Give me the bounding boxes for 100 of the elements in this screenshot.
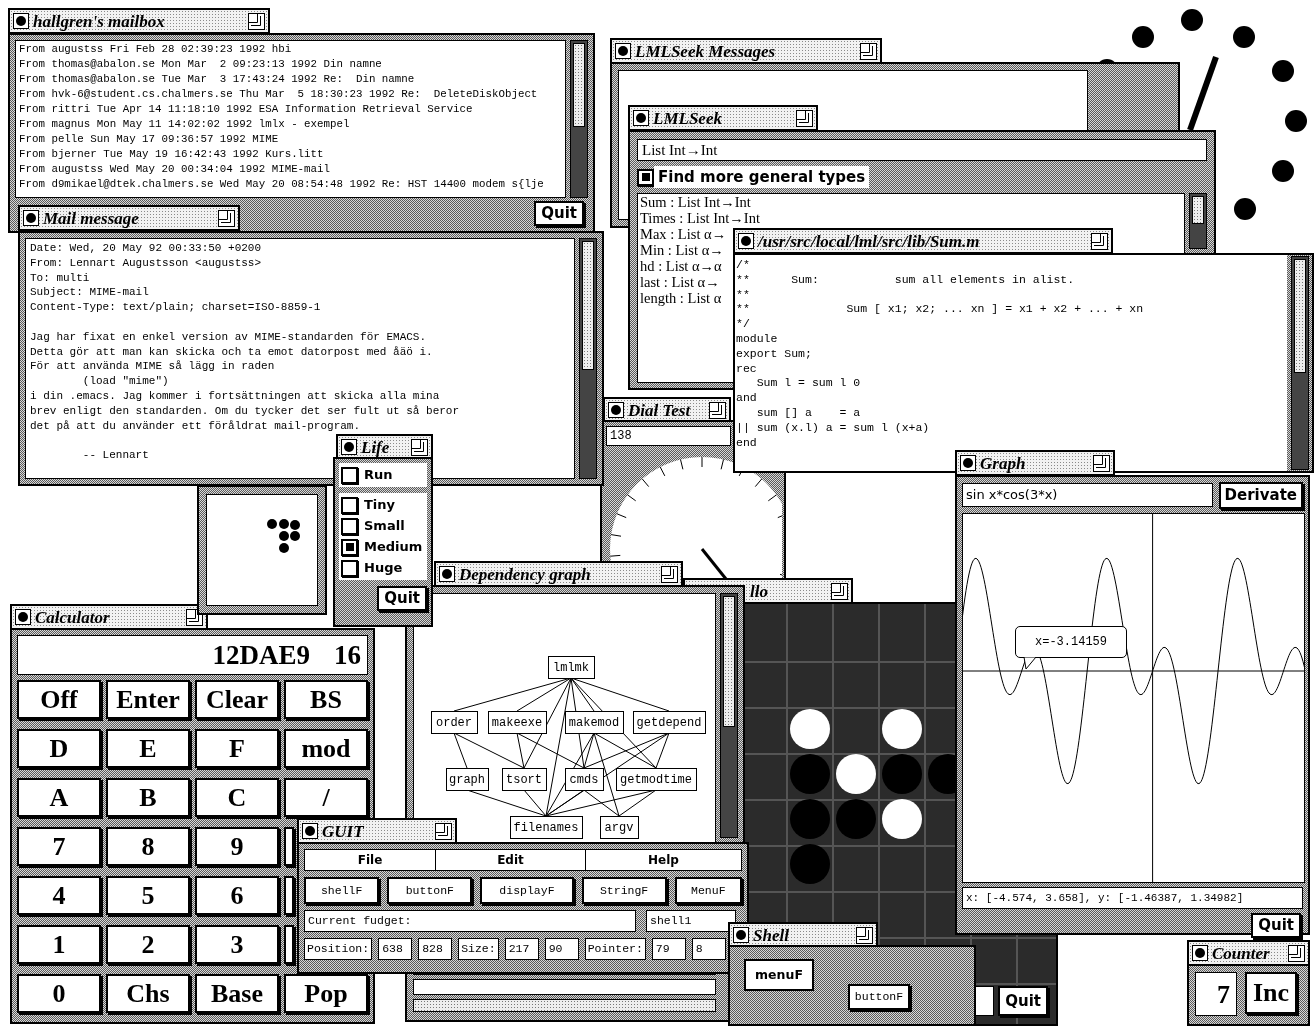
scrollbar[interactable] <box>1291 256 1309 470</box>
calculator-key[interactable]: A <box>17 778 101 817</box>
scrollbar[interactable] <box>720 593 738 838</box>
widget-button[interactable]: displayF <box>480 877 574 904</box>
calculator-key[interactable]: 2 <box>106 925 190 964</box>
value-field[interactable]: 138 <box>606 426 731 446</box>
graph-node[interactable]: getdepend <box>633 711 706 734</box>
close-icon[interactable] <box>302 823 318 839</box>
close-icon[interactable] <box>738 233 754 249</box>
title-bar[interactable]: Dependency graph <box>434 561 683 587</box>
list-item[interactable]: last : List α→ <box>640 274 720 290</box>
calculator-key[interactable]: Pop <box>284 974 368 1013</box>
calculator-key[interactable]: Base <box>195 974 279 1013</box>
calculator-key[interactable]: Chs <box>106 974 190 1013</box>
close-icon[interactable] <box>15 609 31 625</box>
menu-item[interactable]: File <box>305 850 435 870</box>
calculator-key[interactable] <box>284 876 294 915</box>
menu-item[interactable]: Help <box>585 850 741 870</box>
widget-button[interactable]: shellF <box>304 877 380 904</box>
checkbox[interactable] <box>341 496 358 514</box>
list-item[interactable]: From hvk-6@student.cs.chalmers.se Thu Mar 5 18:30:23 1992 Re: DeleteDiskObject <box>19 87 562 102</box>
quit-button[interactable]: Quit <box>534 201 584 226</box>
zoom-icon[interactable] <box>435 822 452 840</box>
calculator-key[interactable]: mod <box>284 729 368 768</box>
checkbox[interactable] <box>341 517 358 535</box>
calculator-key[interactable]: 8 <box>106 827 190 866</box>
text-field[interactable]: shell1 <box>646 910 736 932</box>
widget-button[interactable]: StringF <box>581 877 667 904</box>
list-item[interactable]: hd : List α→α <box>640 258 722 274</box>
increment-button[interactable]: Inc <box>1245 972 1297 1014</box>
graph-node[interactable]: filenames <box>510 816 583 839</box>
calculator-key[interactable]: C <box>195 778 279 817</box>
title-bar[interactable]: Calculator <box>10 604 208 630</box>
list-item[interactable]: Max : List α→ <box>640 226 727 242</box>
zoom-icon[interactable] <box>1093 454 1110 472</box>
zoom-icon[interactable] <box>860 42 877 60</box>
graph-node[interactable]: makemod <box>565 711 624 734</box>
calculator-key[interactable]: 3 <box>195 925 279 964</box>
number-field[interactable]: 8 <box>691 938 726 960</box>
zoom-icon[interactable] <box>411 438 428 456</box>
number-field[interactable]: 828 <box>418 938 453 960</box>
close-icon[interactable] <box>633 110 649 126</box>
calculator-key[interactable]: Clear <box>195 680 279 719</box>
zoom-icon[interactable] <box>661 565 678 583</box>
graph-node[interactable]: graph <box>446 768 489 791</box>
widget-button[interactable]: MenuF <box>674 877 742 904</box>
calculator-key[interactable]: 6 <box>195 876 279 915</box>
title-bar[interactable]: hallgren's mailbox <box>8 8 270 34</box>
close-icon[interactable] <box>439 566 455 582</box>
list-item[interactable]: length : List α <box>640 290 722 306</box>
list-item[interactable]: From augustss Fri Feb 28 02:39:23 1992 hbi <box>19 42 562 57</box>
close-icon[interactable] <box>13 13 29 29</box>
zoom-icon[interactable] <box>186 608 203 626</box>
calculator-key[interactable]: / <box>284 778 368 817</box>
widget-button[interactable]: buttonF <box>387 877 473 904</box>
title-bar[interactable]: Shell <box>728 922 878 948</box>
graph-node[interactable]: makeexe <box>488 711 547 734</box>
zoom-icon[interactable] <box>709 401 726 419</box>
checkbox[interactable] <box>341 559 358 577</box>
title-bar[interactable]: Graph <box>955 450 1115 476</box>
number-field[interactable]: 638 <box>378 938 413 960</box>
menu-item[interactable]: Edit <box>435 850 585 870</box>
calculator-key[interactable]: 9 <box>195 827 279 866</box>
zoom-icon[interactable] <box>1091 232 1108 250</box>
title-bar[interactable]: GUIT <box>297 818 457 844</box>
graph-node[interactable]: cmds <box>565 768 604 791</box>
list-item[interactable]: From bjerner Tue May 19 16:42:43 1992 Kurs.litt <box>19 147 562 162</box>
scrollbar[interactable] <box>579 238 597 479</box>
close-icon[interactable] <box>341 439 357 455</box>
checkbox[interactable] <box>341 466 358 484</box>
title-bar[interactable]: LMLSeek <box>628 105 818 131</box>
title-bar[interactable]: Dial Test <box>603 397 731 423</box>
close-icon[interactable] <box>615 43 631 59</box>
list-item[interactable]: From pelle Sun May 17 09:36:57 1992 MIME <box>19 132 562 147</box>
text-field[interactable] <box>413 979 716 995</box>
calculator-key[interactable]: D <box>17 729 101 768</box>
zoom-icon[interactable] <box>831 582 848 600</box>
calculator-key[interactable] <box>284 925 294 964</box>
list-item[interactable]: From thomas@abalon.se Mon Mar 2 09:23:13 1992 Din namne <box>19 57 562 72</box>
list-item[interactable]: From d9mikael@dtek.chalmers.se Wed May 20 08:54:48 1992 Re: HST 14400 modem s{lje <box>19 177 562 192</box>
graph-node[interactable]: argv <box>600 816 639 839</box>
widget-button[interactable]: buttonF <box>848 984 910 1010</box>
close-icon[interactable] <box>23 210 39 226</box>
scrollbar[interactable] <box>1189 193 1207 249</box>
zoom-icon[interactable] <box>856 926 873 944</box>
number-field[interactable]: 79 <box>651 938 686 960</box>
graph-node[interactable]: getmodtime <box>616 768 697 791</box>
type-field[interactable]: List Int→Int <box>637 139 1207 161</box>
calculator-key[interactable]: 1 <box>17 925 101 964</box>
derivate-button[interactable]: Derivate <box>1218 482 1303 509</box>
calculator-key[interactable]: F <box>195 729 279 768</box>
close-icon[interactable] <box>733 927 749 943</box>
checkbox[interactable] <box>341 538 358 556</box>
number-field[interactable]: 217 <box>504 938 539 960</box>
list-item[interactable]: From thomas@abalon.se Tue Mar 3 17:43:24 1992 Re: Din namne <box>19 72 562 87</box>
graph-node[interactable]: lmlmk <box>548 656 595 679</box>
zoom-icon[interactable] <box>248 12 265 30</box>
calculator-key[interactable]: E <box>106 729 190 768</box>
calculator-key[interactable]: 4 <box>17 876 101 915</box>
calculator-key[interactable]: Off <box>17 680 101 719</box>
